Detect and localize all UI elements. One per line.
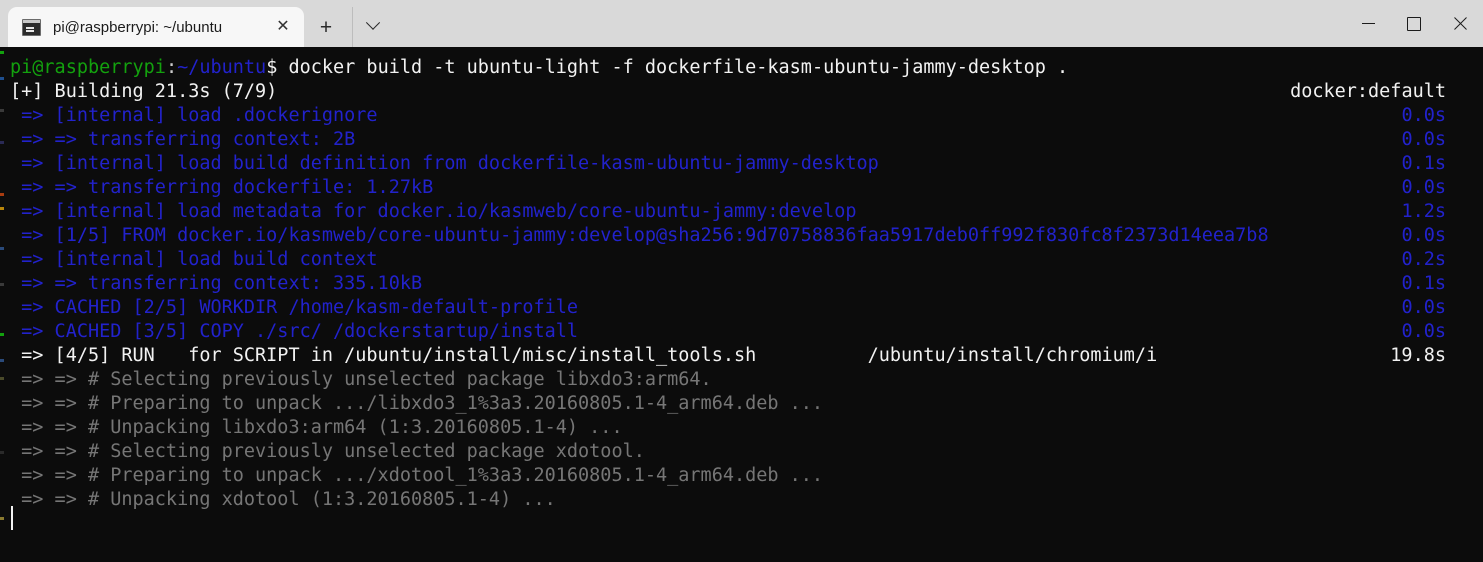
build-output-line: => [internal] load build definition from… (10, 152, 1480, 176)
scroll-mark (0, 247, 4, 250)
build-output-text: => => # Preparing to unpack .../xdotool_… (10, 465, 824, 486)
build-output-line: => [internal] load .dockerignore 0.0s (10, 104, 1480, 128)
build-output-line: => => # Preparing to unpack .../xdotool_… (10, 464, 1480, 488)
build-output-text: => CACHED [2/5] WORKDIR /home/kasm-defau… (10, 297, 579, 318)
build-output-line: => => transferring context: 2B 0.0s (10, 128, 1480, 152)
build-output-text: => [4/5] RUN for SCRIPT in /ubuntu/insta… (10, 345, 1158, 366)
console-icon (22, 18, 41, 36)
build-output-text: => [internal] load build context (10, 249, 378, 270)
build-output-text: => => # Selecting previously unselected … (10, 441, 645, 462)
titlebar-drag-area[interactable] (393, 0, 1345, 47)
build-output-text: => => # Unpacking libxdo3:arm64 (1:3.201… (10, 417, 623, 438)
build-output-line: => [internal] load build context 0.2s (10, 248, 1480, 272)
prompt-separator: : (165, 57, 178, 78)
build-output-text: => => transferring context: 335.10kB (10, 273, 423, 294)
tab-dropdown-button[interactable] (352, 7, 393, 47)
prompt-path: ~/ubuntu (177, 57, 267, 78)
build-step-duration: 0.0s (1401, 321, 1446, 342)
build-step-duration: 0.2s (1401, 249, 1446, 270)
build-status-text: [+] Building 21.3s (7/9) (10, 81, 278, 102)
build-output-line: => => # Preparing to unpack .../libxdo3_… (10, 392, 1480, 416)
maximize-icon (1407, 16, 1421, 31)
build-output: => [internal] load .dockerignore 0.0s => … (10, 104, 1480, 512)
build-output-text: => => # Preparing to unpack .../libxdo3_… (10, 393, 824, 414)
scroll-marks[interactable] (0, 47, 4, 562)
build-output-text: => => # Unpacking xdotool (1:3.20160805.… (10, 489, 556, 510)
scroll-mark (0, 377, 4, 380)
build-status-line: [+] Building 21.3s (7/9) docker:default (10, 80, 1480, 104)
build-output-line: => => # Unpacking xdotool (1:3.20160805.… (10, 488, 1480, 512)
build-output-line: => => # Unpacking libxdo3:arm64 (1:3.201… (10, 416, 1480, 440)
prompt-line: pi@raspberrypi:~/ubuntu$ docker build -t… (10, 56, 1480, 80)
scroll-mark (0, 193, 4, 196)
build-step-duration: 0.1s (1401, 153, 1446, 174)
build-step-duration: 0.0s (1401, 105, 1446, 126)
scroll-mark (0, 283, 4, 286)
build-output-line: => => # Selecting previously unselected … (10, 368, 1480, 392)
build-step-duration: 19.8s (1390, 345, 1446, 366)
build-output-text: => => transferring dockerfile: 1.27kB (10, 177, 434, 198)
new-tab-button[interactable]: + (304, 7, 348, 47)
build-step-duration: 0.0s (1401, 129, 1446, 150)
prompt-user-host: pi@raspberrypi (10, 57, 166, 78)
build-output-text: => [internal] load .dockerignore (10, 105, 378, 126)
build-driver: docker:default (1290, 81, 1446, 102)
window-controls (1345, 0, 1483, 47)
build-step-duration: 1.2s (1401, 201, 1446, 222)
tab-title: pi@raspberrypi: ~/ubuntu (53, 18, 223, 36)
scroll-mark (0, 333, 4, 336)
build-output-text: => => transferring context: 2B (10, 129, 356, 150)
scroll-mark (0, 359, 4, 362)
build-output-line: => CACHED [2/5] WORKDIR /home/kasm-defau… (10, 296, 1480, 320)
scroll-mark (0, 77, 4, 80)
build-output-line: => [1/5] FROM docker.io/kasmweb/core-ubu… (10, 224, 1480, 248)
terminal-screen: pi@raspberrypi:~/ubuntu$ docker build -t… (10, 56, 1480, 512)
text-cursor (11, 506, 13, 530)
build-output-line: => => transferring context: 335.10kB 0.1s (10, 272, 1480, 296)
terminal-tab[interactable]: pi@raspberrypi: ~/ubuntu ✕ (8, 7, 304, 47)
build-output-text: => [internal] load build definition from… (10, 153, 879, 174)
minimize-button[interactable] (1345, 0, 1391, 47)
close-window-button[interactable] (1437, 0, 1483, 47)
build-output-line: => => transferring dockerfile: 1.27kB 0.0… (10, 176, 1480, 200)
build-output-text: => [1/5] FROM docker.io/kasmweb/core-ubu… (10, 225, 1269, 246)
minimize-icon (1361, 23, 1375, 24)
build-output-text: => CACHED [3/5] COPY ./src/ /dockerstart… (10, 321, 579, 342)
terminal-surface[interactable]: pi@raspberrypi:~/ubuntu$ docker build -t… (0, 47, 1483, 562)
build-step-duration: 0.0s (1401, 297, 1446, 318)
scroll-mark (0, 51, 4, 54)
build-output-text: => => # Selecting previously unselected … (10, 369, 712, 390)
prompt-sigil: $ (266, 57, 278, 78)
close-tab-icon[interactable]: ✕ (268, 12, 298, 42)
chevron-down-icon (365, 15, 381, 30)
build-output-text: => [internal] load metadata for docker.i… (10, 201, 857, 222)
build-output-line: => [internal] load metadata for docker.i… (10, 200, 1480, 224)
build-step-duration: 0.0s (1401, 177, 1446, 198)
maximize-button[interactable] (1391, 0, 1437, 47)
build-output-line: => [4/5] RUN for SCRIPT in /ubuntu/insta… (10, 344, 1480, 368)
build-output-line: => => # Selecting previously unselected … (10, 440, 1480, 464)
build-step-duration: 0.1s (1401, 273, 1446, 294)
scroll-mark (0, 451, 4, 454)
build-output-line: => CACHED [3/5] COPY ./src/ /dockerstart… (10, 320, 1480, 344)
scroll-mark (0, 109, 4, 112)
scroll-mark (0, 207, 4, 210)
close-icon (1453, 16, 1468, 31)
prompt-command: docker build -t ubuntu-light -f dockerfi… (277, 57, 1069, 78)
scroll-mark (0, 141, 4, 144)
title-bar: pi@raspberrypi: ~/ubuntu ✕ + (0, 0, 1483, 47)
tab-strip: pi@raspberrypi: ~/ubuntu ✕ + (0, 0, 393, 47)
scroll-mark (0, 517, 4, 520)
build-step-duration: 0.0s (1401, 225, 1446, 246)
